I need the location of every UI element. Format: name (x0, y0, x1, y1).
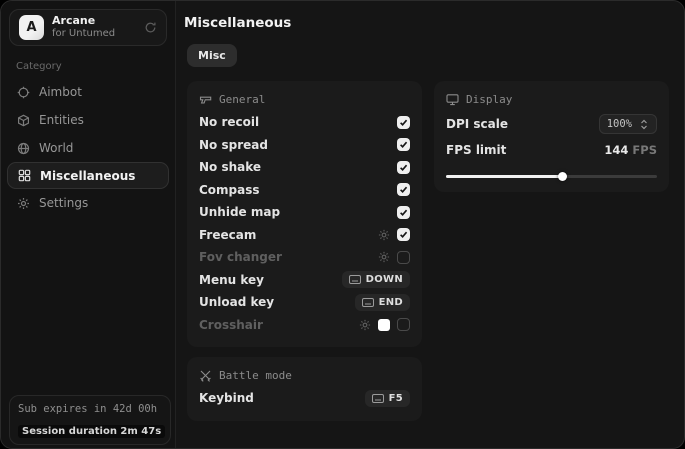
check-icon (399, 118, 408, 127)
check-icon (399, 163, 408, 172)
brand-text: Arcane for Untumed (52, 15, 115, 39)
globe-icon (16, 142, 30, 155)
check-icon (399, 140, 408, 149)
setting-row-freecam: Freecam (199, 224, 410, 247)
session-duration-text: Session duration 2m 47s (18, 425, 165, 438)
crosshair-color-swatch[interactable] (378, 319, 390, 331)
setting-row-crosshair: Crosshair (199, 314, 410, 337)
category-label: Category (16, 61, 175, 72)
sync-icon[interactable] (144, 21, 157, 34)
sidebar: A Arcane for Untumed Category Aimbot (1, 1, 176, 448)
setting-row-no-spread: No spread (199, 134, 410, 157)
no-recoil-checkbox[interactable] (397, 116, 410, 129)
general-panel-title: General (219, 93, 265, 106)
no-shake-checkbox[interactable] (397, 161, 410, 174)
display-panel-title: Display (466, 93, 512, 106)
subscription-status: Sub expires in 42d 00h Session duration … (9, 395, 171, 445)
sidebar-item-label: Entities (39, 113, 84, 127)
crosshair-icon (16, 86, 30, 99)
sidebar-item-label: Aimbot (39, 85, 82, 99)
sidebar-item-label: Miscellaneous (40, 169, 135, 183)
menu-key-value: DOWN (366, 274, 403, 285)
unload-key-keybind[interactable]: END (355, 294, 410, 311)
check-icon (399, 230, 408, 239)
page-title: Miscellaneous (184, 15, 669, 31)
keyboard-icon (372, 394, 384, 403)
freecam-checkbox[interactable] (397, 228, 410, 241)
dpi-scale-select[interactable]: 100% (599, 114, 657, 134)
sub-expiry-text: Sub expires in 42d 00h (18, 403, 162, 415)
cycle-icon (639, 119, 649, 130)
setting-row-keybind: Keybind F5 (199, 387, 410, 410)
menu-key-keybind[interactable]: DOWN (342, 271, 410, 288)
battle-mode-panel: Battle mode Keybind F5 (187, 357, 422, 421)
main-content: Miscellaneous Misc General (176, 1, 684, 448)
general-panel: General No recoil No spread No shake (187, 81, 422, 347)
unhide-map-checkbox[interactable] (397, 206, 410, 219)
fps-slider-fill (446, 175, 562, 178)
monitor-icon (446, 93, 459, 106)
battle-mode-panel-title: Battle mode (219, 369, 292, 382)
fps-slider-thumb[interactable] (558, 172, 567, 181)
setting-row-menu-key: Menu key DOWN (199, 269, 410, 292)
setting-row-dpi-scale: DPI scale 100% (446, 111, 657, 137)
battle-keybind-value: F5 (389, 393, 403, 404)
battle-mode-panel-header: Battle mode (199, 369, 410, 382)
setting-row-unhide-map: Unhide map (199, 201, 410, 224)
crosshair-settings-gear-icon[interactable] (359, 319, 371, 331)
general-panel-header: General (199, 93, 410, 106)
sidebar-item-settings[interactable]: Settings (1, 189, 175, 217)
sidebar-item-world[interactable]: World (1, 134, 175, 162)
dpi-scale-value: 100% (607, 118, 632, 130)
tab-bar: Misc (187, 44, 669, 67)
setting-row-no-shake: No shake (199, 156, 410, 179)
sidebar-nav: Aimbot Entities World (1, 78, 175, 217)
fov-changer-settings-gear-icon[interactable] (378, 251, 390, 263)
sidebar-item-label: Settings (39, 196, 88, 210)
setting-row-unload-key: Unload key END (199, 291, 410, 314)
setting-row-no-recoil: No recoil (199, 111, 410, 134)
app-window: A Arcane for Untumed Category Aimbot (0, 0, 685, 449)
brand-title: Arcane (52, 15, 115, 28)
fps-limit-value: 144 FPS (604, 143, 657, 157)
setting-row-compass: Compass (199, 179, 410, 202)
sidebar-item-label: World (39, 141, 73, 155)
fov-changer-checkbox[interactable] (397, 251, 410, 264)
display-panel-header: Display (446, 93, 657, 106)
fps-limit-slider[interactable] (446, 172, 657, 181)
battle-mode-keybind[interactable]: F5 (365, 390, 410, 407)
setting-row-fps-limit: FPS limit 144 FPS (446, 137, 657, 163)
cube-icon (16, 114, 30, 127)
keyboard-icon (349, 275, 361, 284)
check-icon (399, 185, 408, 194)
compass-checkbox[interactable] (397, 183, 410, 196)
swords-icon (199, 369, 212, 382)
gun-icon (199, 93, 212, 106)
setting-row-fov-changer: Fov changer (199, 246, 410, 269)
gear-icon (16, 197, 30, 210)
sidebar-item-entities[interactable]: Entities (1, 106, 175, 134)
keyboard-icon (362, 298, 374, 307)
crosshair-checkbox[interactable] (397, 318, 410, 331)
sidebar-item-aimbot[interactable]: Aimbot (1, 78, 175, 106)
brand-subtitle: for Untumed (52, 28, 115, 40)
tab-misc[interactable]: Misc (187, 44, 237, 67)
display-panel: Display DPI scale 100% (434, 81, 669, 192)
unload-key-value: END (379, 297, 403, 308)
freecam-settings-gear-icon[interactable] (378, 229, 390, 241)
check-icon (399, 208, 408, 217)
sidebar-item-miscellaneous[interactable]: Miscellaneous (7, 162, 169, 189)
no-spread-checkbox[interactable] (397, 138, 410, 151)
avatar: A (19, 15, 44, 40)
grid-icon (17, 169, 31, 182)
brand-header[interactable]: A Arcane for Untumed (9, 9, 167, 46)
